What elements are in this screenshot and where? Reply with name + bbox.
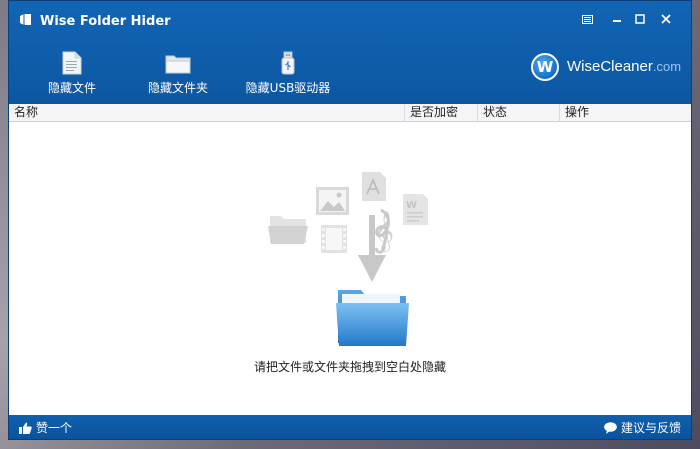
brand-name: WiseCleaner (567, 58, 653, 75)
feedback-button[interactable]: 建议与反馈 (604, 419, 681, 436)
usb-icon (281, 51, 295, 75)
file-icon (62, 51, 82, 75)
minimize-icon (613, 20, 621, 22)
like-button[interactable]: 赞一个 (19, 419, 72, 436)
app-window: Wise Folder Hider 隐藏文件 隐藏文件夹 隐藏USB驱动器 W … (8, 0, 692, 440)
hide-file-label: 隐藏文件 (47, 81, 96, 95)
maximize-button[interactable] (629, 10, 651, 28)
feedback-label: 建议与反馈 (620, 421, 681, 435)
hide-usb-label: 隐藏USB驱动器 (245, 81, 331, 95)
faded-folder-icon (268, 216, 308, 244)
hide-file-button[interactable]: 隐藏文件 (39, 51, 105, 103)
title-bar: Wise Folder Hider 隐藏文件 隐藏文件夹 隐藏USB驱动器 W … (9, 1, 691, 104)
column-name[interactable]: 名称 (9, 104, 404, 121)
file-drop-area[interactable]: W 𝄞 请把文件或文件夹拖拽到空白处隐藏 (9, 122, 691, 416)
menu-icon (581, 14, 593, 24)
faded-pdf-icon (362, 172, 386, 201)
column-status[interactable]: 状态 (477, 104, 559, 121)
faded-document-icon: W (403, 194, 428, 225)
app-icon (20, 14, 31, 25)
status-bar: 赞一个 建议与反馈 (9, 415, 691, 439)
column-action[interactable]: 操作 (559, 104, 691, 121)
minimize-button[interactable] (606, 10, 628, 28)
folder-icon (165, 55, 191, 74)
brand-suffix: .com (652, 59, 682, 74)
blue-folder-icon (336, 290, 409, 346)
drop-illustration: W 𝄞 (268, 172, 428, 346)
column-encrypted[interactable]: 是否加密 (404, 104, 477, 121)
speech-bubble-icon (604, 421, 617, 434)
faded-video-icon (321, 225, 347, 253)
thumbs-up-icon (19, 422, 32, 434)
close-icon (661, 14, 671, 24)
faded-music-icon: 𝄞 (374, 208, 394, 254)
wisecleaner-brand[interactable]: W WiseCleaner.com (531, 53, 681, 81)
window-title: Wise Folder Hider (40, 14, 171, 29)
svg-text:W: W (406, 200, 417, 211)
hide-folder-button[interactable]: 隐藏文件夹 (140, 51, 216, 103)
maximize-icon (635, 14, 645, 24)
hide-folder-label: 隐藏文件夹 (147, 81, 208, 95)
hide-usb-button[interactable]: 隐藏USB驱动器 (237, 51, 339, 103)
like-label: 赞一个 (36, 421, 73, 435)
close-button[interactable] (655, 10, 677, 28)
brand-text: WiseCleaner.com (567, 58, 681, 75)
column-header-row: 名称 是否加密 状态 操作 (9, 104, 691, 122)
menu-button[interactable] (576, 10, 598, 28)
wisecleaner-logo: W (531, 53, 559, 81)
faded-image-icon (316, 187, 349, 215)
drop-hint-text: 请把文件或文件夹拖拽到空白处隐藏 (253, 360, 446, 374)
